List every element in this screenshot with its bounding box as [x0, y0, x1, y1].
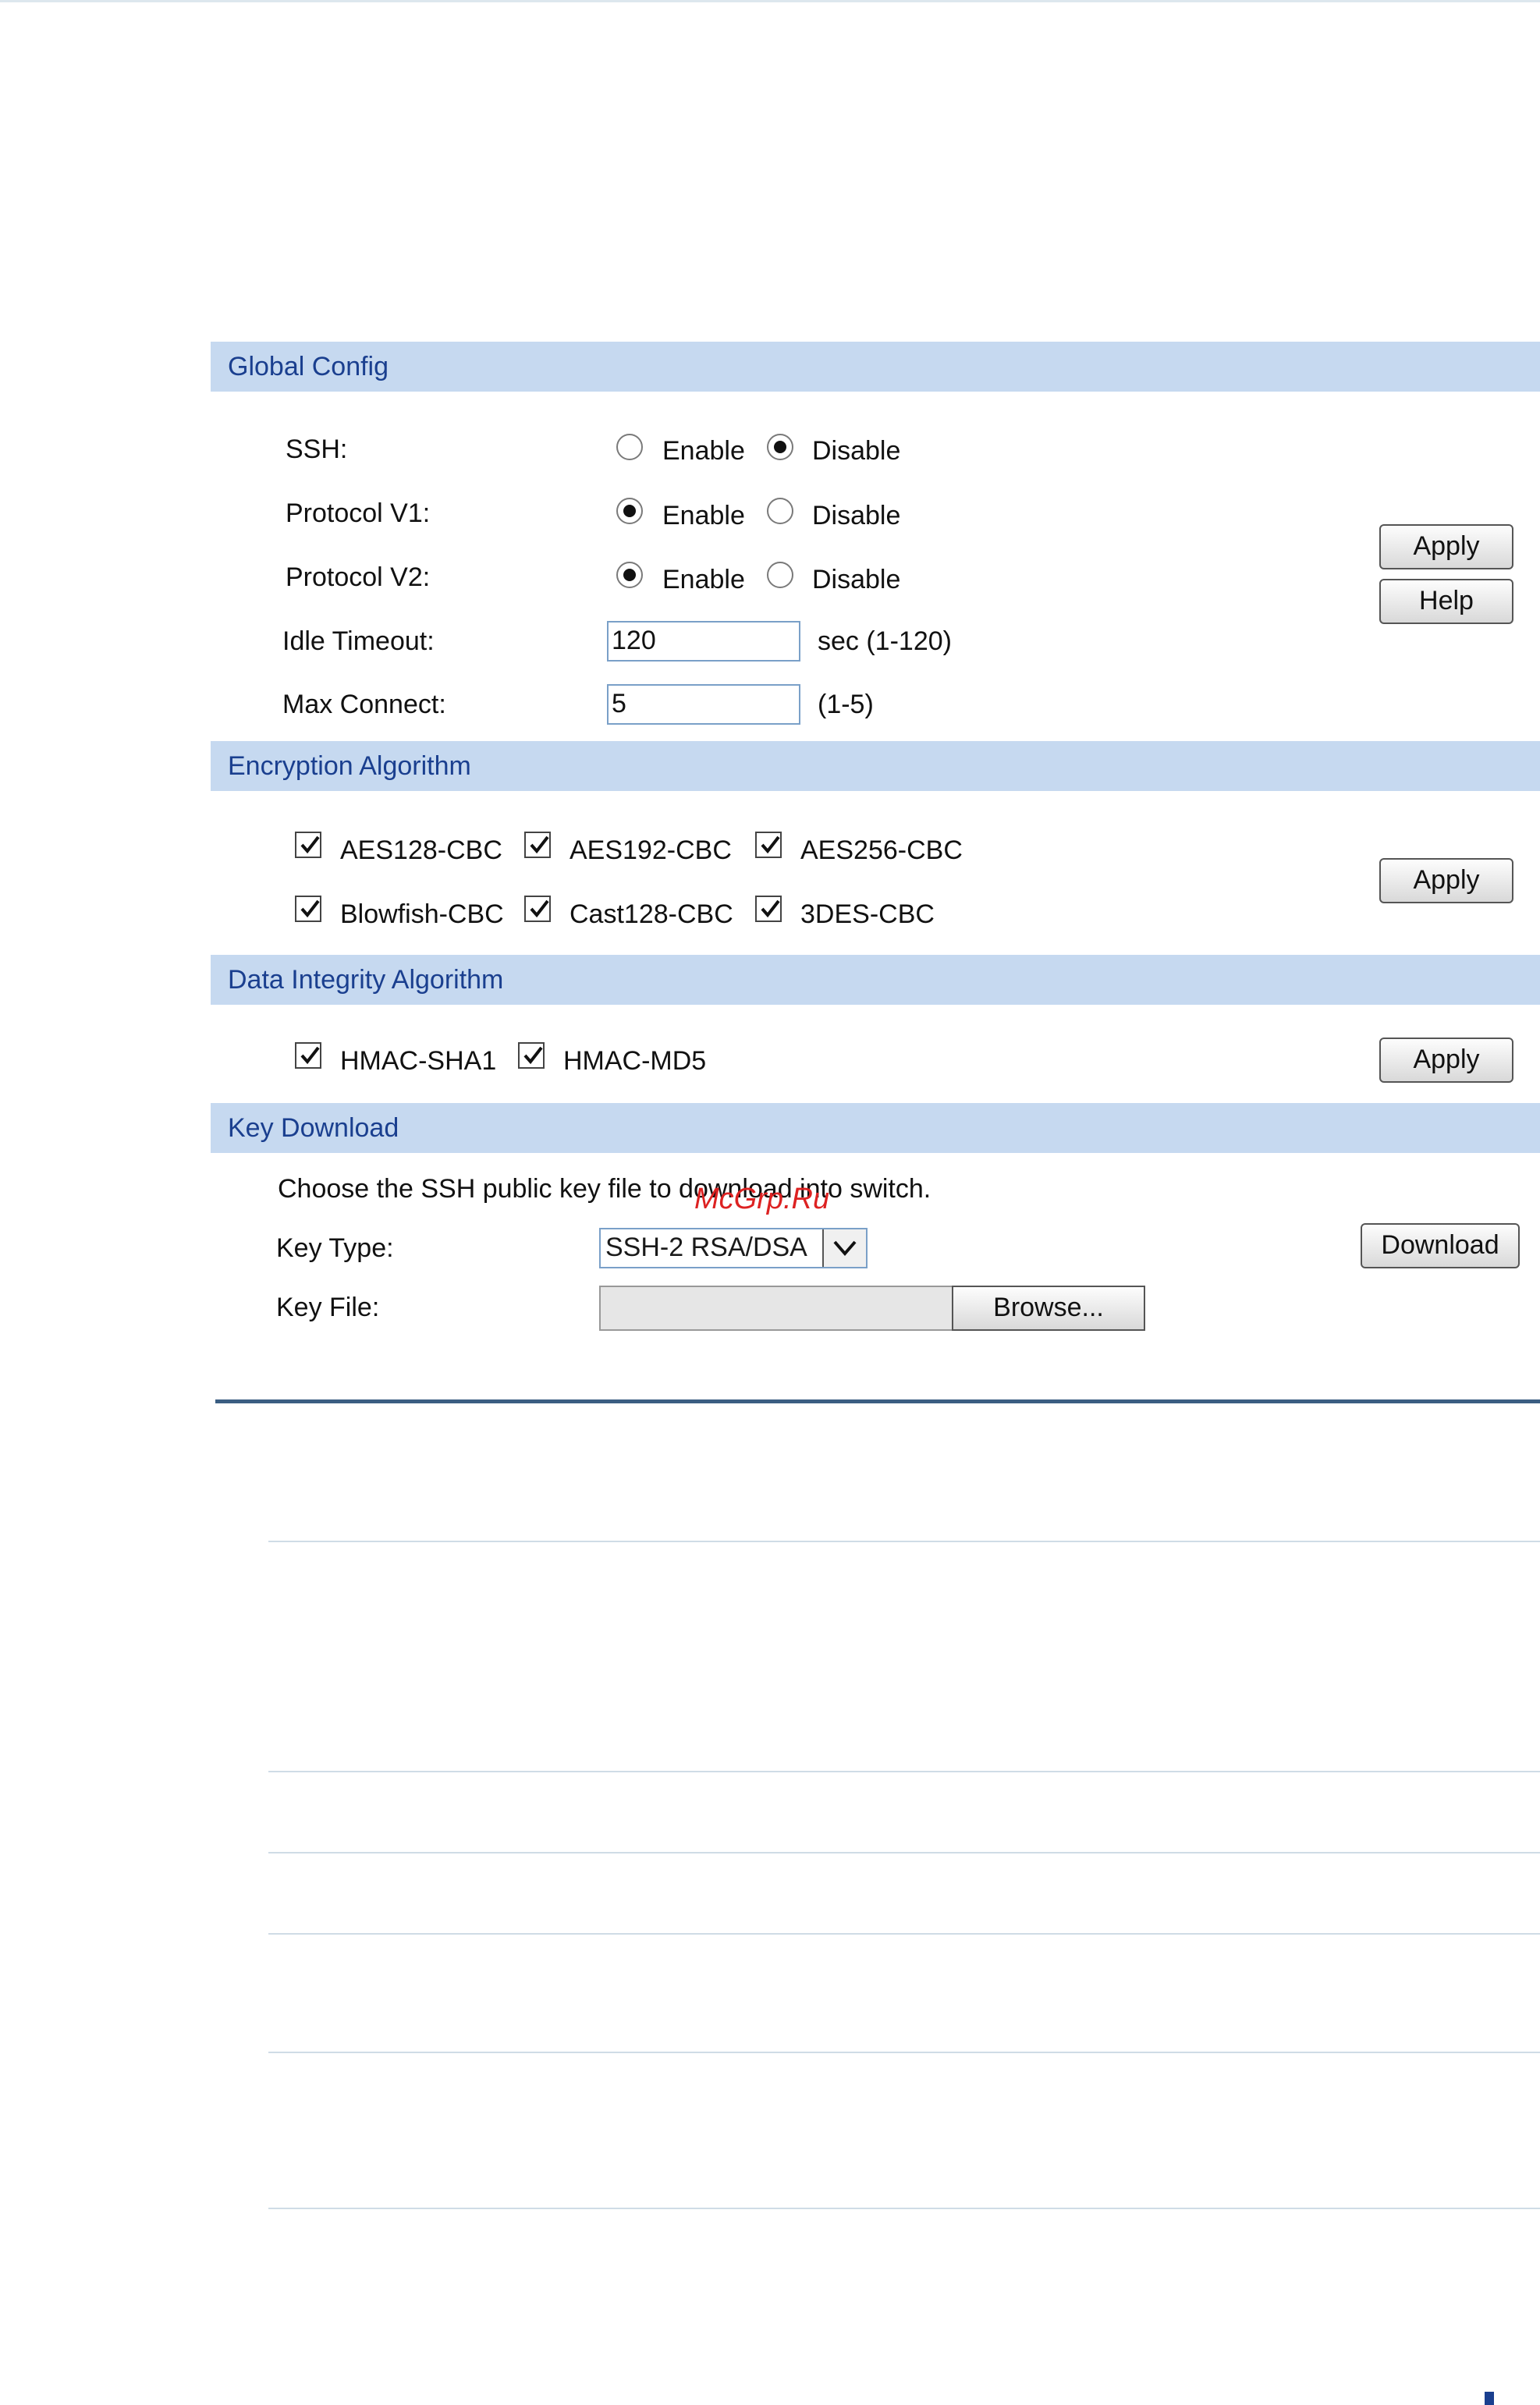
table-rule-5	[268, 2052, 1540, 2053]
aes256-checkbox[interactable]	[755, 832, 782, 858]
key-type-value: SSH-2 RSA/DSA	[605, 1233, 807, 1262]
protocol-v2-disable-radio[interactable]	[767, 562, 793, 588]
check-icon	[761, 835, 780, 854]
protocol-v2-disable-label: Disable	[812, 565, 901, 594]
aes192-checkbox[interactable]	[524, 832, 551, 858]
check-icon	[300, 1046, 320, 1065]
key-download-header: Key Download	[211, 1103, 1540, 1153]
key-file-label: Key File:	[276, 1293, 380, 1322]
hmac-sha1-label: HMAC-SHA1	[340, 1046, 497, 1076]
hmac-md5-checkbox[interactable]	[518, 1042, 545, 1069]
aes192-label: AES192-CBC	[570, 835, 732, 865]
hmac-md5-label: HMAC-MD5	[563, 1046, 707, 1076]
max-connect-input[interactable]: 5	[607, 684, 800, 725]
table-rule-2	[268, 1771, 1540, 1772]
chevron-down-icon[interactable]	[822, 1229, 866, 1267]
ssh-label: SSH:	[286, 435, 348, 464]
top-rule	[0, 0, 1540, 2]
integrity-title: Data Integrity Algorithm	[228, 965, 504, 995]
hmac-sha1-checkbox[interactable]	[295, 1042, 321, 1069]
ssh-enable-label: Enable	[662, 436, 745, 466]
integrity-header: Data Integrity Algorithm	[211, 955, 1540, 1005]
check-icon	[300, 835, 320, 854]
idle-timeout-label: Idle Timeout:	[282, 626, 435, 656]
max-connect-label: Max Connect:	[282, 690, 446, 719]
cast128-checkbox[interactable]	[524, 896, 551, 922]
key-download-title: Key Download	[228, 1113, 399, 1143]
protocol-v2-enable-radio[interactable]	[616, 562, 643, 588]
key-type-select[interactable]: SSH-2 RSA/DSA	[599, 1228, 868, 1268]
protocol-v1-enable-radio[interactable]	[616, 498, 643, 524]
integrity-apply-button[interactable]: Apply	[1379, 1038, 1513, 1083]
key-download-description: Choose the SSH public key file to downlo…	[278, 1174, 931, 1204]
table-rule-4	[268, 1933, 1540, 1935]
check-icon	[523, 1046, 543, 1065]
check-icon	[530, 899, 549, 918]
ssh-disable-radio[interactable]	[767, 434, 793, 460]
key-file-path-field[interactable]	[599, 1286, 953, 1331]
encryption-header: Encryption Algorithm	[211, 741, 1540, 791]
3des-checkbox[interactable]	[755, 896, 782, 922]
page-corner-marker	[1485, 2392, 1494, 2405]
protocol-v1-disable-radio[interactable]	[767, 498, 793, 524]
browse-button[interactable]: Browse...	[952, 1286, 1145, 1331]
encryption-apply-button[interactable]: Apply	[1379, 858, 1513, 903]
aes128-checkbox[interactable]	[295, 832, 321, 858]
check-icon	[530, 835, 549, 854]
global-config-header: Global Config	[211, 342, 1540, 392]
ssh-enable-radio[interactable]	[616, 434, 643, 460]
protocol-v2-enable-label: Enable	[662, 565, 745, 594]
check-icon	[300, 899, 320, 918]
check-icon	[761, 899, 780, 918]
3des-label: 3DES-CBC	[800, 899, 935, 929]
global-apply-button[interactable]: Apply	[1379, 524, 1513, 569]
help-button[interactable]: Help	[1379, 579, 1513, 624]
idle-timeout-hint: sec (1-120)	[818, 626, 952, 656]
section-divider	[215, 1399, 1540, 1403]
blowfish-checkbox[interactable]	[295, 896, 321, 922]
key-type-label: Key Type:	[276, 1233, 394, 1263]
protocol-v2-label: Protocol V2:	[286, 562, 431, 592]
protocol-v1-enable-label: Enable	[662, 501, 745, 530]
protocol-v1-label: Protocol V1:	[286, 498, 431, 528]
aes256-label: AES256-CBC	[800, 835, 963, 865]
cast128-label: Cast128-CBC	[570, 899, 733, 929]
idle-timeout-input[interactable]: 120	[607, 621, 800, 662]
download-button[interactable]: Download	[1361, 1223, 1520, 1268]
blowfish-label: Blowfish-CBC	[340, 899, 504, 929]
max-connect-hint: (1-5)	[818, 690, 874, 719]
protocol-v1-disable-label: Disable	[812, 501, 901, 530]
table-rule-1	[268, 1541, 1540, 1542]
encryption-title: Encryption Algorithm	[228, 751, 471, 781]
ssh-disable-label: Disable	[812, 436, 901, 466]
table-rule-6	[268, 2208, 1540, 2209]
table-rule-3	[268, 1852, 1540, 1853]
global-config-title: Global Config	[228, 352, 389, 381]
aes128-label: AES128-CBC	[340, 835, 502, 865]
watermark-text: McGrp.Ru	[694, 1183, 830, 1215]
